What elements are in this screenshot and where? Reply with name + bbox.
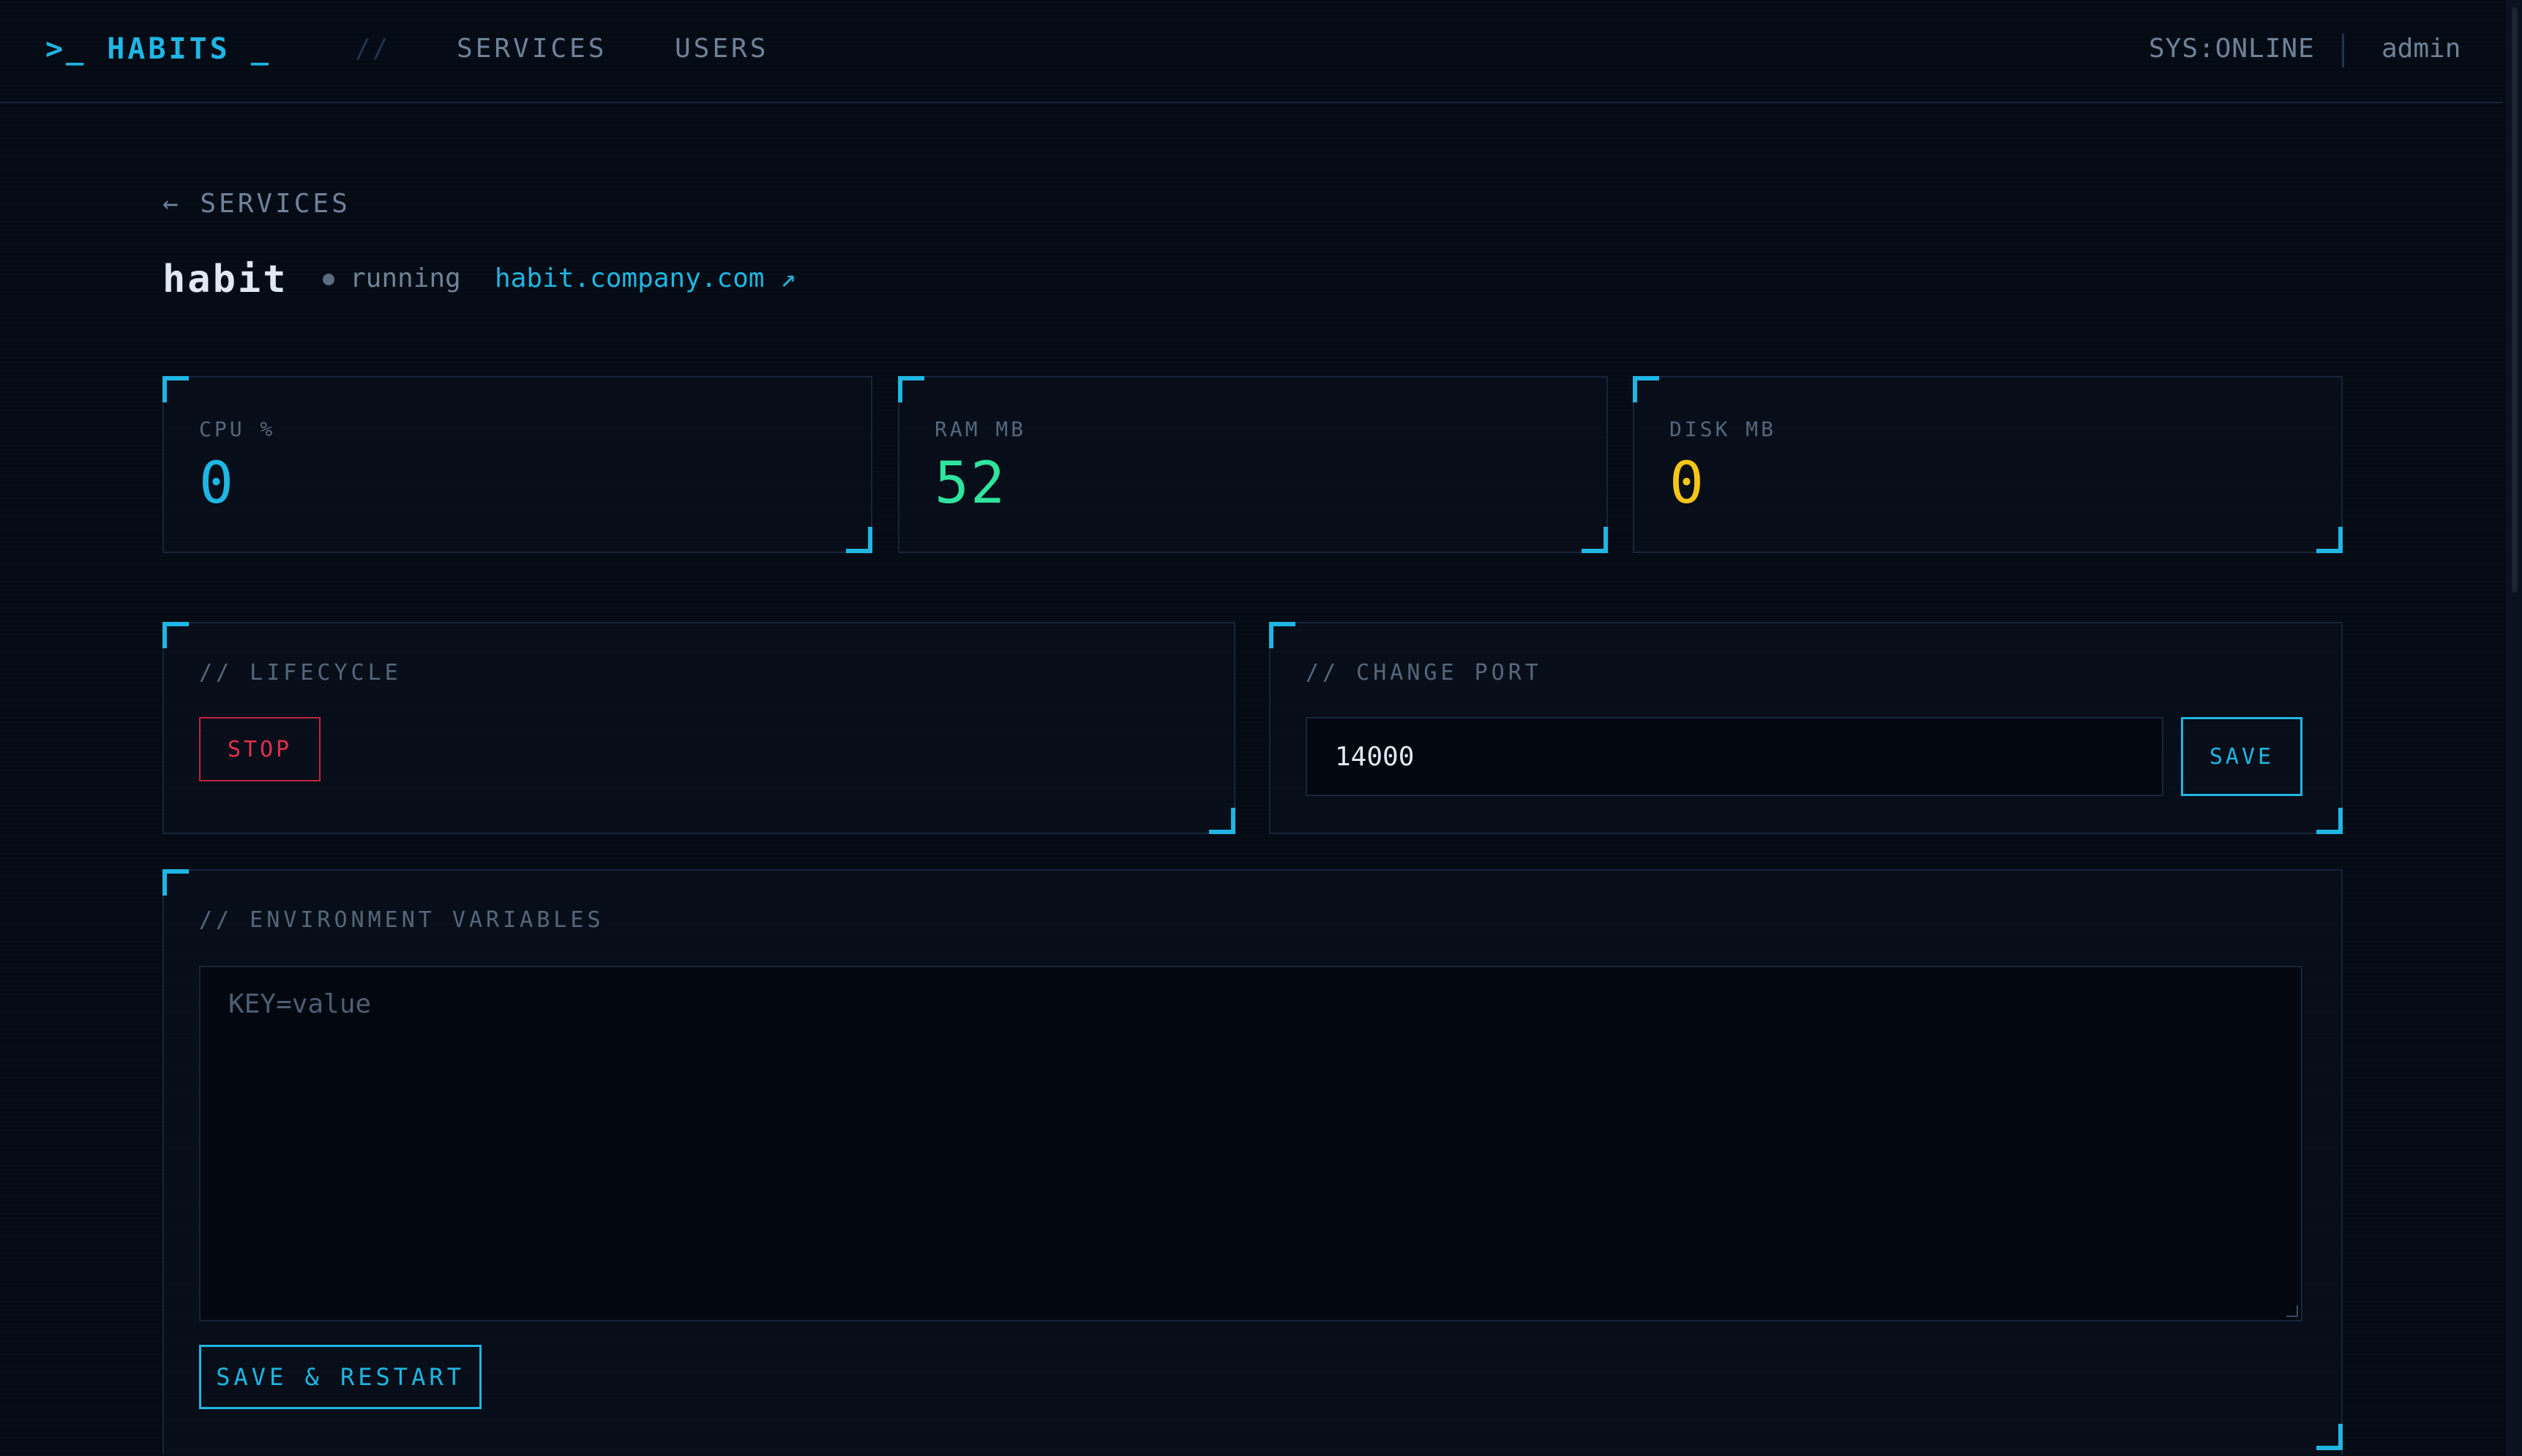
corner-accent: [162, 869, 189, 896]
corner-accent: [1269, 622, 1295, 648]
stat-label: RAM MB: [935, 417, 1027, 441]
stop-button[interactable]: STOP: [199, 717, 321, 781]
corner-accent: [846, 527, 872, 553]
back-to-services-link[interactable]: ← SERVICES: [162, 189, 351, 219]
corner-accent: [2316, 527, 2343, 553]
stat-card-ram: RAM MB 52: [898, 376, 1608, 553]
corner-accent: [1633, 376, 1659, 402]
service-domain-link[interactable]: habit.company.com ↗: [495, 263, 796, 293]
corner-accent: [1582, 527, 1608, 553]
section-label: // CHANGE PORT: [1306, 660, 1542, 686]
corner-accent: [162, 622, 189, 648]
change-port-panel: // CHANGE PORT 14000 SAVE: [1269, 622, 2343, 834]
nav-link-users[interactable]: USERS: [675, 34, 768, 64]
app-logo[interactable]: >_ HABITS _: [45, 32, 272, 66]
nav-link-services[interactable]: SERVICES: [457, 34, 607, 64]
service-title: habit: [162, 258, 288, 301]
save-port-button[interactable]: SAVE: [2181, 717, 2302, 796]
header-divider: [2342, 34, 2344, 67]
service-status: running: [350, 263, 461, 293]
textarea-placeholder: KEY=value: [228, 989, 372, 1019]
lifecycle-panel: // LIFECYCLE STOP: [162, 622, 1235, 834]
stat-value-cpu: 0: [199, 451, 235, 517]
top-nav-bar: >_ HABITS _ // SERVICES USERS SYS:ONLINE…: [0, 0, 2503, 103]
stat-card-cpu: CPU % 0: [162, 376, 872, 553]
port-input[interactable]: 14000: [1306, 717, 2163, 796]
user-menu[interactable]: admin: [2381, 34, 2461, 64]
nav-separator: //: [355, 34, 390, 64]
corner-accent: [162, 376, 189, 402]
env-vars-textarea[interactable]: KEY=value: [199, 966, 2302, 1321]
section-label: // LIFECYCLE: [199, 660, 402, 686]
status-dot-icon: [323, 274, 334, 285]
stat-value-ram: 52: [935, 451, 1006, 517]
app-window: >_ HABITS _ // SERVICES USERS SYS:ONLINE…: [0, 0, 2522, 1456]
resize-handle-icon[interactable]: [2286, 1305, 2298, 1317]
stat-label: DISK MB: [1669, 417, 1777, 441]
corner-accent: [898, 376, 924, 402]
save-and-restart-button[interactable]: SAVE & RESTART: [199, 1345, 482, 1409]
env-vars-panel: // ENVIRONMENT VARIABLES KEY=value SAVE …: [162, 869, 2343, 1455]
section-label: // ENVIRONMENT VARIABLES: [199, 907, 605, 933]
corner-accent: [2316, 1424, 2343, 1450]
stat-card-disk: DISK MB 0: [1633, 376, 2343, 553]
stat-label: CPU %: [199, 417, 276, 441]
stat-value-disk: 0: [1669, 451, 1705, 517]
corner-accent: [2316, 808, 2343, 834]
corner-accent: [1209, 808, 1235, 834]
scrollbar-thumb[interactable]: [2512, 7, 2518, 593]
system-status: SYS:ONLINE: [2149, 34, 2315, 64]
